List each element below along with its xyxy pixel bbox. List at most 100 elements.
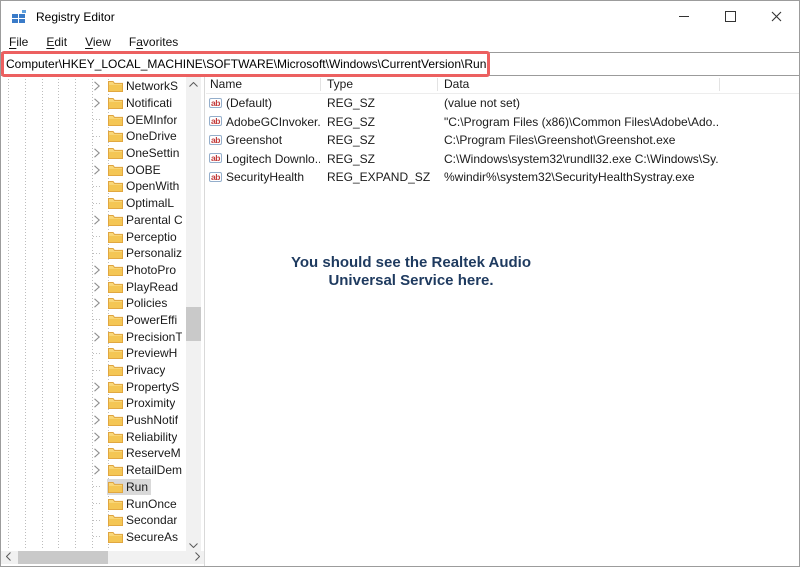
chevron-right-icon[interactable] [93,265,101,275]
tree-item-label[interactable]: Privacy [126,363,165,377]
tree-item[interactable]: PreviewH [1,345,187,362]
chevron-right-icon[interactable] [93,382,101,392]
value-name[interactable]: Greenshot [226,131,320,150]
tree-item-label[interactable]: PhotoPro [126,263,176,277]
chevron-right-icon[interactable] [93,298,101,308]
tree-item[interactable]: ReserveM [1,445,187,462]
title-bar[interactable]: Registry Editor [1,1,799,33]
tree-item[interactable]: OptimalL [1,195,187,212]
tree-item[interactable]: OneDrive [1,128,187,145]
value-name[interactable]: SecurityHealth [226,168,320,187]
tree-item[interactable]: PowerEffi [1,312,187,329]
tree-item-target[interactable]: SecureAs [107,529,181,545]
tree-item-label[interactable]: PushNotif [126,413,178,427]
registry-value-row[interactable]: ab AdobeGCInvoker... REG_SZ "C:\Program … [206,113,799,132]
tree-item-target[interactable]: Proximity [107,395,178,411]
tree-item-label[interactable]: Proximity [126,396,175,410]
tree-item[interactable]: Personaliz [1,245,187,262]
tree-item[interactable]: OEMInfor [1,111,187,128]
column-separator[interactable] [437,78,438,91]
tree-item-target[interactable]: OpenWith [107,178,182,194]
tree-item[interactable]: NetworkS [1,78,187,95]
value-name[interactable]: AdobeGCInvoker... [226,113,320,132]
tree-item[interactable]: Policies [1,295,187,312]
tree-item[interactable]: PropertyS [1,378,187,395]
menu-favorites[interactable]: Favorites [120,33,187,52]
tree-item-target[interactable]: Notificati [107,95,175,111]
tree-item-target[interactable]: PowerEffi [107,312,180,328]
tree-item-label[interactable]: OpenWith [126,179,179,193]
tree-item[interactable]: OneSettin [1,145,187,162]
tree-item[interactable]: PrecisionT [1,328,187,345]
tree-item[interactable]: Proximity [1,395,187,412]
registry-value-row[interactable]: ab Greenshot REG_SZ C:\Program Files\Gre… [206,131,799,150]
tree-item[interactable]: Notificati [1,95,187,112]
tree-item[interactable]: Run [1,479,187,496]
tree-item[interactable]: Reliability [1,428,187,445]
chevron-right-icon[interactable] [93,165,101,175]
value-name[interactable]: Logitech Downlo... [226,150,320,169]
column-header-data[interactable]: Data [444,77,469,93]
tree-horizontal-scrollbar[interactable] [1,551,204,564]
tree-item-target[interactable]: PropertyS [107,379,182,395]
maximize-button[interactable] [707,1,753,32]
tree-item-target[interactable]: OOBE [107,162,164,178]
tree-item-target[interactable]: Secondar [107,512,180,528]
tree-item-label[interactable]: NetworkS [126,79,178,93]
tree-item-target[interactable]: Parental C [107,212,185,228]
chevron-right-icon[interactable] [93,215,101,225]
tree-item[interactable]: PushNotif [1,412,187,429]
scroll-right-arrow[interactable] [190,550,204,563]
value-name[interactable]: (Default) [226,94,320,113]
tree-item-label[interactable]: Personaliz [126,246,182,260]
tree-item[interactable]: Parental C [1,212,187,229]
tree-item-label[interactable]: OneDrive [126,129,177,143]
tree-item[interactable]: Privacy [1,362,187,379]
column-header-name[interactable]: Name [210,77,242,93]
column-separator[interactable] [719,78,720,91]
tree-item[interactable]: OOBE [1,161,187,178]
tree-item-label[interactable]: OptimalL [126,196,174,210]
chevron-right-icon[interactable] [93,432,101,442]
tree-item-label[interactable]: OneSettin [126,146,179,160]
registry-values-pane[interactable]: Name Type Data ab (Default) REG_SZ (valu… [206,77,799,566]
vertical-scroll-thumb[interactable] [186,307,201,341]
scroll-left-arrow[interactable] [1,550,15,563]
chevron-right-icon[interactable] [93,332,101,342]
tree-item-label[interactable]: OOBE [126,163,161,177]
tree-item[interactable]: PhotoPro [1,262,187,279]
tree-item-target[interactable]: Privacy [107,362,168,378]
column-header-type[interactable]: Type [327,77,353,93]
tree-item-target[interactable]: PlayRead [107,279,181,295]
tree-item-target[interactable]: OptimalL [107,195,177,211]
close-button[interactable] [753,1,799,32]
chevron-right-icon[interactable] [93,465,101,475]
chevron-right-icon[interactable] [93,415,101,425]
tree-item[interactable]: RunOnce [1,495,187,512]
tree-item-label[interactable]: PlayRead [126,280,178,294]
tree-item-label[interactable]: PrecisionT [126,330,182,344]
address-bar[interactable]: Computer\HKEY_LOCAL_MACHINE\SOFTWARE\Mic… [1,52,799,76]
tree-item-target[interactable]: Policies [107,295,170,311]
tree-item-label[interactable]: Parental C [126,213,182,227]
tree-item-target[interactable]: ReserveM [107,445,184,461]
registry-path[interactable]: Computer\HKEY_LOCAL_MACHINE\SOFTWARE\Mic… [6,53,486,77]
tree-item-label[interactable]: PowerEffi [126,313,177,327]
tree-item-target[interactable]: Run [107,479,151,495]
scroll-up-arrow[interactable] [186,77,201,92]
tree-item-label[interactable]: Notificati [126,96,172,110]
tree-item-label[interactable]: Run [126,480,148,494]
menu-file[interactable]: File [1,33,37,52]
tree-item-label[interactable]: PropertyS [126,380,179,394]
tree-item-label[interactable]: RunOnce [126,497,177,511]
registry-tree-pane[interactable]: NetworkS Notificati [1,77,205,566]
menu-view[interactable]: View [76,33,120,52]
tree-item-target[interactable]: OneDrive [107,128,180,144]
tree-item[interactable]: Perceptio [1,228,187,245]
registry-value-row[interactable]: ab (Default) REG_SZ (value not set) [206,94,799,113]
tree-item-label[interactable]: PreviewH [126,346,177,360]
tree-item-target[interactable]: NetworkS [107,78,181,94]
tree-item-target[interactable]: OneSettin [107,145,182,161]
tree-item-label[interactable]: Perceptio [126,230,177,244]
tree-item-target[interactable]: OEMInfor [107,112,180,128]
